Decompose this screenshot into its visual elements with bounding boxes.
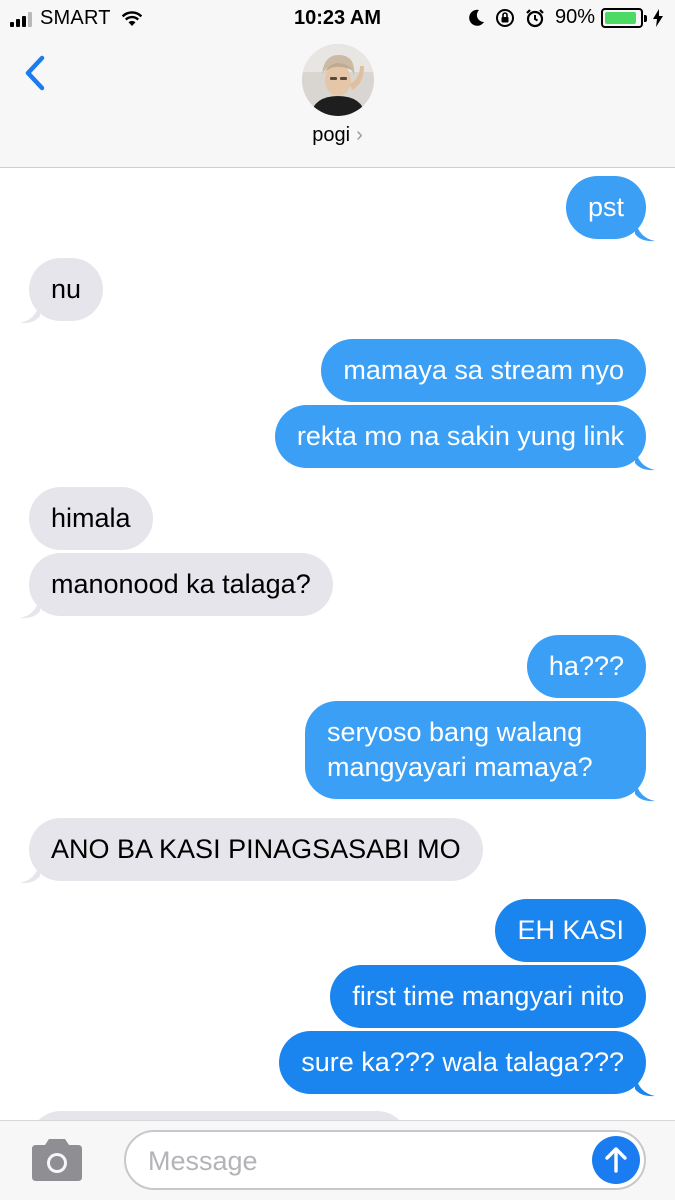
bubble-tail <box>20 862 40 884</box>
chevron-right-icon: › <box>356 124 363 146</box>
status-right: 90% <box>459 6 663 29</box>
contact-name: pogi <box>312 124 351 146</box>
incoming-message[interactable]: himala <box>29 487 153 550</box>
outgoing-message[interactable]: seryoso bang walang mangyayari mamaya? <box>305 701 646 799</box>
moon-icon <box>469 9 485 27</box>
outgoing-message[interactable]: first time mangyari nito <box>330 965 646 1028</box>
camera-button[interactable] <box>28 1137 86 1183</box>
incoming-message[interactable]: manonood ka talaga? <box>29 553 333 616</box>
charging-bolt-icon <box>653 8 663 27</box>
contact-avatar[interactable] <box>302 44 374 116</box>
avatar-photo <box>302 44 374 116</box>
battery-level <box>605 11 636 24</box>
bubble-tail <box>635 1075 655 1097</box>
alarm-icon <box>525 8 545 28</box>
incoming-message-partial <box>29 1111 409 1120</box>
outgoing-message[interactable]: mamaya sa stream nyo <box>321 339 646 402</box>
battery-percent: 90% <box>554 6 595 28</box>
status-bar: SMART 10:23 AM 90% <box>0 0 675 38</box>
bubble-tail <box>20 597 40 619</box>
back-button[interactable] <box>18 52 52 96</box>
back-chevron-icon <box>25 55 45 91</box>
outgoing-message[interactable]: rekta mo na sakin yung link <box>274 405 646 468</box>
outgoing-message[interactable]: EH KASI <box>495 899 646 962</box>
incoming-message[interactable]: nu <box>29 258 104 321</box>
message-input-bar <box>0 1120 675 1200</box>
bubble-tail <box>635 449 655 471</box>
bubble-tail <box>20 302 40 324</box>
camera-icon <box>32 1139 82 1181</box>
outgoing-message[interactable]: pst <box>565 176 646 239</box>
bubble-tail <box>635 780 655 802</box>
conversation-header: pogi › <box>0 38 675 168</box>
message-thread[interactable]: pst nu mamaya sa stream nyo rekta mo na … <box>0 168 675 1120</box>
bubble-tail <box>635 220 655 242</box>
outgoing-message[interactable]: sure ka??? wala talaga??? <box>279 1031 646 1094</box>
battery-icon <box>601 7 647 28</box>
incoming-message[interactable]: ANO BA KASI PINAGSASABI MO <box>29 818 483 881</box>
contact-name-button[interactable]: pogi › <box>0 124 675 147</box>
outgoing-message[interactable]: ha??? <box>526 635 646 698</box>
orientation-lock-icon <box>495 8 515 28</box>
message-input[interactable] <box>148 1144 568 1178</box>
send-arrow-icon <box>605 1147 627 1173</box>
send-button[interactable] <box>592 1136 640 1184</box>
message-field[interactable] <box>124 1130 646 1190</box>
